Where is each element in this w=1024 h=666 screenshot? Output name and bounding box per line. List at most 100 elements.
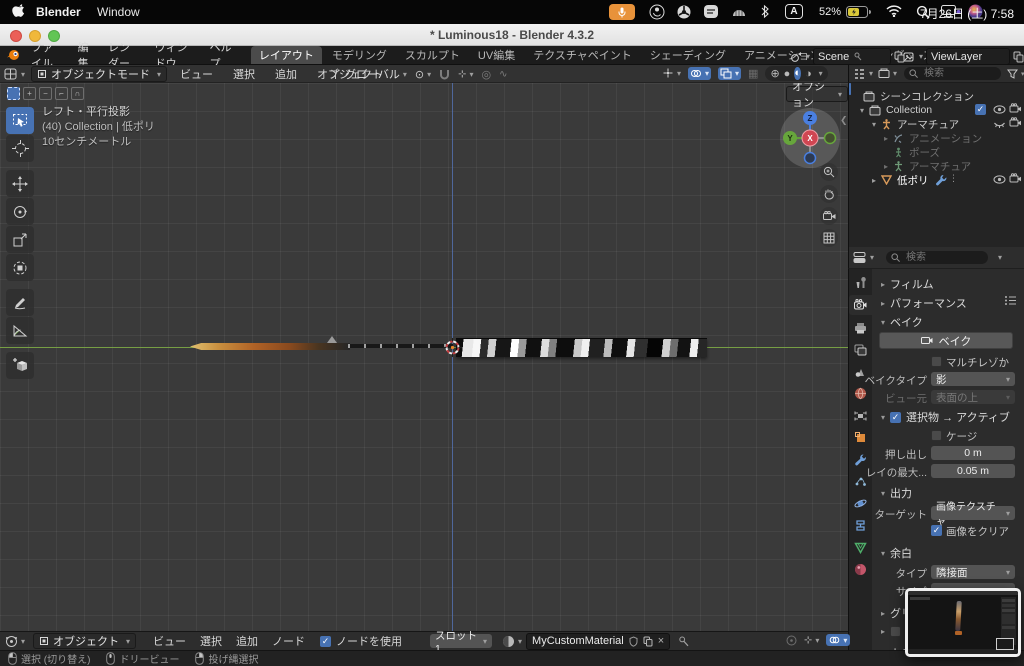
snap-settings-dropdown[interactable]: ⊹ ▾ (458, 69, 473, 80)
outliner-row-pose[interactable]: ポーズ (893, 145, 940, 159)
tab-layout[interactable]: レイアウト (250, 46, 322, 64)
outliner-display-mode-dropdown[interactable]: ▾ (878, 68, 897, 79)
tab-output-properties[interactable] (853, 320, 868, 335)
panel-margin[interactable]: ▾ 余白 (881, 545, 912, 561)
bake-button[interactable]: ベイク (879, 332, 1013, 349)
screen-preview-window[interactable] (905, 588, 1021, 657)
outliner-row-scene-collection[interactable]: シーンコレクション (863, 89, 974, 103)
transform-orientation-dropdown[interactable]: グローバル ▾ (330, 66, 407, 82)
select-extend-mode-button[interactable]: + (23, 87, 36, 100)
annotate-tool[interactable] (6, 289, 34, 316)
obs-icon[interactable] (649, 4, 665, 20)
tab-render-properties[interactable] (853, 297, 868, 312)
menubar-clock[interactable]: 7月26日 (土) 7:58 (920, 5, 1014, 22)
outliner-row-armature-data[interactable]: ▸ アーマチュア (881, 159, 971, 173)
shader-type-dropdown[interactable]: オブジェクト ▾ (33, 633, 137, 649)
tab-shading[interactable]: シェーディング (642, 46, 734, 64)
shader-menu-select[interactable]: 選択 (193, 633, 229, 649)
expand-icon[interactable]: ▾ (860, 106, 864, 115)
scene-name-field[interactable]: Scene (813, 48, 892, 65)
tab-collection-properties[interactable] (853, 408, 868, 423)
properties-options-dropdown[interactable]: ▾ (998, 253, 1002, 262)
from-multires-checkbox[interactable] (931, 356, 942, 367)
lowpoly-render-icon[interactable] (1009, 173, 1022, 185)
mode-dropdown[interactable]: オブジェクトモード ▾ (31, 66, 168, 82)
tab-sculpting[interactable]: スカルプト (397, 46, 468, 64)
properties-search[interactable] (886, 251, 989, 264)
view-from-dropdown[interactable]: 表面の上 ▾ (931, 390, 1015, 404)
shading-rendered-icon[interactable]: ◑ (805, 68, 812, 80)
snap-magnet-icon[interactable] (439, 69, 450, 80)
collection-hide-icon[interactable] (993, 103, 1006, 116)
add-cube-tool[interactable] (6, 352, 34, 379)
wifi-icon[interactable] (886, 5, 902, 17)
expand-icon[interactable]: ▾ (872, 120, 876, 129)
wheel-app-icon[interactable] (676, 4, 692, 20)
shader-menu-node[interactable]: ノード (265, 633, 312, 649)
pin-icon[interactable] (678, 636, 689, 647)
tab-data-properties[interactable] (853, 540, 868, 555)
lowpoly-hide-icon[interactable] (993, 173, 1006, 186)
target-dropdown[interactable]: 画像テクスチャ ▾ (931, 502, 1015, 528)
shader-snap-icon[interactable] (786, 635, 797, 646)
panel-film[interactable]: ▸ フィルム (881, 276, 934, 292)
shader-overlays-toggle[interactable]: ▾ (826, 634, 851, 646)
viewport-options-dropdown[interactable]: オプション ▾ (786, 83, 848, 109)
tab-modeling[interactable]: モデリング (324, 46, 395, 64)
viewport-menu-select[interactable]: 選択 (226, 66, 262, 82)
toggle-ortho-icon[interactable] (820, 229, 838, 247)
editor-type-button[interactable]: ▾ (4, 68, 25, 81)
clear-image-checkbox[interactable]: ✓ (931, 525, 942, 536)
select-invert-mode-button[interactable]: ⌐ (55, 87, 68, 100)
tab-uv-editing[interactable]: UV編集 (470, 46, 523, 64)
max-ray-field[interactable]: 0.05 m (931, 464, 1015, 478)
shader-menu-view[interactable]: ビュー (146, 633, 193, 649)
model-mid-strip[interactable] (348, 344, 453, 348)
collection-checkbox[interactable]: ✓ (975, 104, 986, 115)
armature-hide-closed-eye-icon[interactable] (993, 118, 1006, 130)
tab-tool-properties[interactable] (853, 275, 868, 290)
expand-icon[interactable]: ▸ (884, 162, 888, 171)
panel-bake[interactable]: ▾ ベイク (881, 314, 923, 330)
outliner-editor-type-button[interactable]: ▾ (853, 68, 873, 80)
measure-tool[interactable] (6, 317, 34, 344)
bake-type-dropdown[interactable]: 影 ▾ (931, 372, 1015, 386)
cage-checkbox[interactable] (931, 430, 942, 441)
panel-selected-to-active[interactable]: ▾ ✓ 選択物 → アクティブ (881, 409, 1010, 425)
outliner-row-armature[interactable]: ▾ アーマチュア (869, 117, 959, 131)
outliner-row-collection[interactable]: ▾ Collection (857, 103, 932, 117)
rotate-tool[interactable] (6, 198, 34, 225)
bluetooth-icon[interactable] (760, 4, 770, 19)
scale-tool[interactable] (6, 226, 34, 253)
panel-performance[interactable]: ▸ パフォーマンス (881, 295, 967, 311)
more-options-icon[interactable]: ⋮ (949, 173, 958, 184)
shader-editor-type-button[interactable]: ▾ (5, 635, 25, 648)
input-method-icon[interactable]: A (785, 4, 803, 19)
tab-object-properties[interactable] (853, 430, 868, 445)
zoom-view-icon[interactable] (820, 163, 838, 181)
viewlayer-copy-button[interactable] (1013, 51, 1024, 63)
preset-list-icon[interactable] (1004, 295, 1017, 306)
pivot-point-dropdown[interactable]: ⊙ ▾ (415, 68, 431, 81)
margin-type-dropdown[interactable]: 隣接面 ▾ (931, 565, 1015, 579)
properties-search-input[interactable] (904, 251, 979, 264)
unlink-material-icon[interactable]: × (658, 635, 664, 647)
proportional-edit-icon[interactable]: ◎ (482, 68, 492, 81)
xray-toggle[interactable]: ▾ (718, 67, 742, 80)
battery-icon[interactable] (846, 6, 871, 18)
show-gizmo-dropdown[interactable]: ▾ (662, 68, 681, 79)
material-browse-button[interactable]: ▾ (502, 635, 522, 648)
viewport-menu-add[interactable]: 追加 (268, 66, 304, 82)
model-left-blade[interactable] (190, 343, 350, 350)
menubar-window-menu[interactable]: Window (97, 5, 140, 19)
material-slot-dropdown[interactable]: スロット1 ▾ (430, 630, 493, 655)
transform-tool[interactable] (6, 254, 34, 281)
use-nodes-checkbox[interactable]: ✓ (320, 635, 332, 647)
viewport-menu-view[interactable]: ビュー (173, 66, 220, 82)
show-overlays-toggle[interactable]: ▾ (688, 67, 712, 80)
shader-snap-dropdown[interactable]: ⊹ ▾ (804, 635, 819, 646)
extrusion-field[interactable]: 0 m (931, 446, 1015, 460)
use-nodes-toggle[interactable]: ✓ ノードを使用 (320, 633, 402, 649)
mic-recording-icon[interactable] (609, 4, 635, 20)
shading-solid-icon[interactable]: ● (784, 68, 791, 80)
